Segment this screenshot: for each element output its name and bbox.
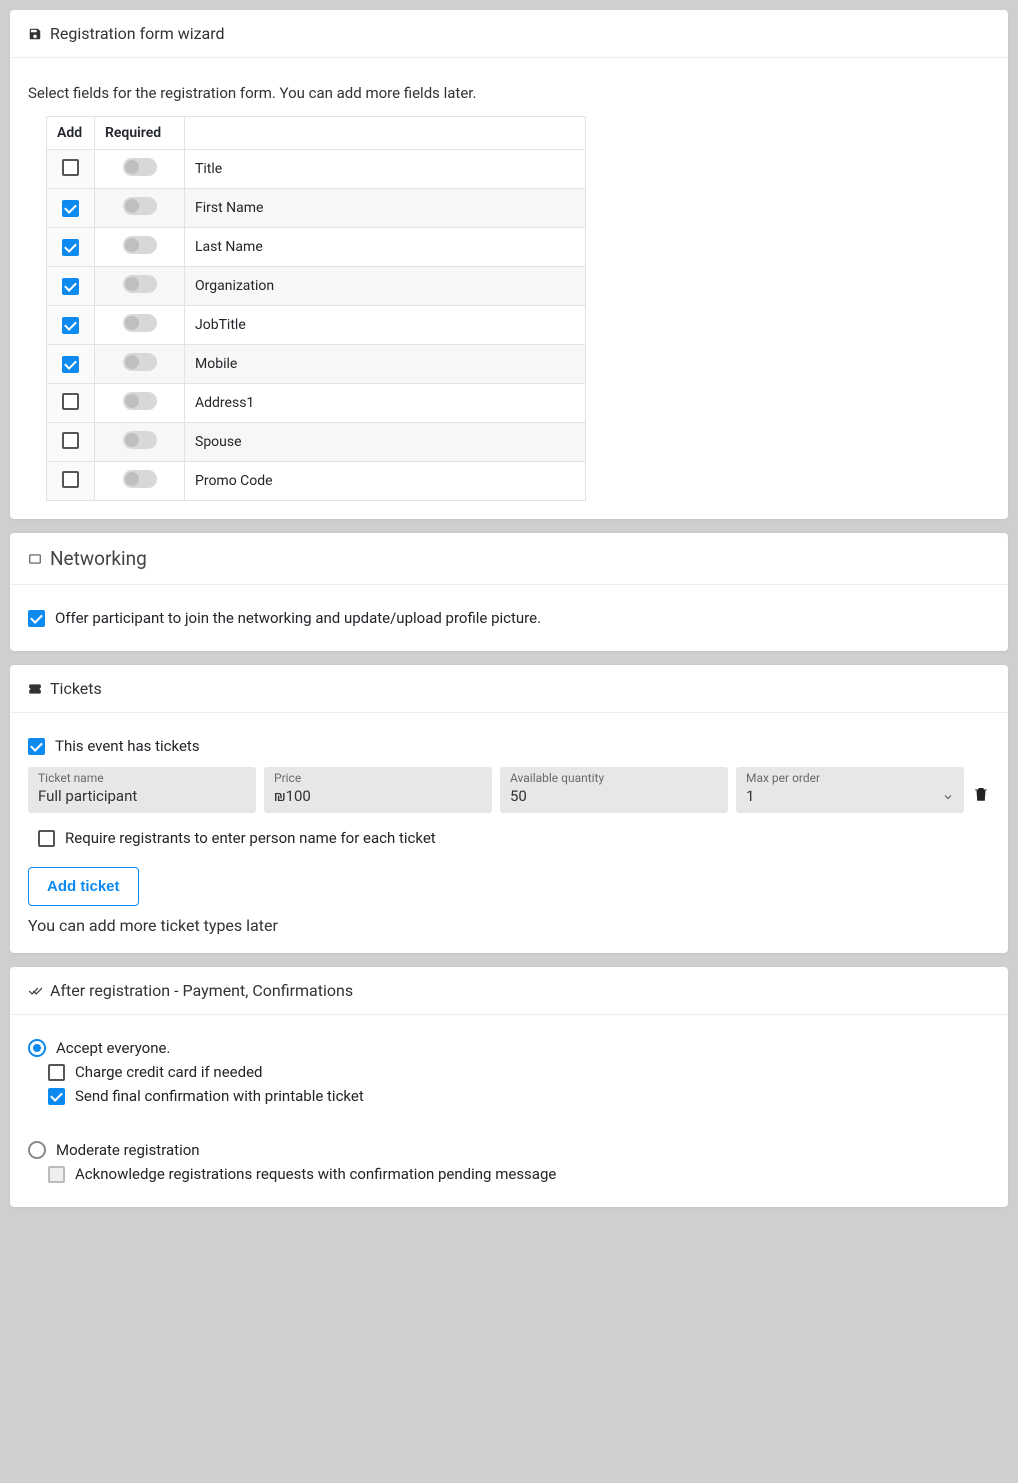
offer-networking-label: Offer participant to join the networking… <box>55 609 541 627</box>
ticket-name-label: Ticket name <box>38 771 246 785</box>
ticket-max-value: 1 <box>746 787 954 805</box>
delete-ticket-icon[interactable] <box>972 785 990 803</box>
wizard-title: Registration form wizard <box>50 24 225 43</box>
field-name: Mobile <box>185 345 586 384</box>
field-add-checkbox[interactable] <box>62 471 79 488</box>
card-networking: Networking Offer participant to join the… <box>10 533 1008 651</box>
acknowledge-label: Acknowledge registrations requests with … <box>75 1165 556 1183</box>
tickets-body: This event has tickets Ticket name Full … <box>10 713 1008 953</box>
ticket-qty-field[interactable]: Available quantity 50 <box>500 767 728 813</box>
after-title: After registration - Payment, Confirmati… <box>50 981 353 1000</box>
card-registration-wizard: Registration form wizard Select fields f… <box>10 10 1008 519</box>
double-check-icon <box>28 984 42 998</box>
ticket-price-field[interactable]: Price ₪100 <box>264 767 492 813</box>
ticket-qty-value: 50 <box>510 787 718 805</box>
field-required-toggle[interactable] <box>123 197 157 215</box>
field-required-toggle[interactable] <box>123 470 157 488</box>
field-name: Last Name <box>185 228 586 267</box>
has-tickets-checkbox[interactable] <box>28 738 45 755</box>
after-header: After registration - Payment, Confirmati… <box>10 967 1008 1015</box>
charge-card-label: Charge credit card if needed <box>75 1063 263 1081</box>
card-after-registration: After registration - Payment, Confirmati… <box>10 967 1008 1207</box>
field-add-checkbox[interactable] <box>62 356 79 373</box>
field-add-checkbox[interactable] <box>62 200 79 217</box>
field-row: Last Name <box>47 228 586 267</box>
field-name: Spouse <box>185 423 586 462</box>
field-row: Mobile <box>47 345 586 384</box>
ticket-max-label: Max per order <box>746 771 954 785</box>
field-required-toggle[interactable] <box>123 236 157 254</box>
ticket-icon <box>28 682 42 696</box>
offer-networking-checkbox[interactable] <box>28 610 45 627</box>
field-row: Title <box>47 150 586 189</box>
field-name: Address1 <box>185 384 586 423</box>
window-icon <box>28 552 42 566</box>
tickets-hint: You can add more ticket types later <box>28 916 990 935</box>
field-name: Promo Code <box>185 462 586 501</box>
wizard-header: Registration form wizard <box>10 10 1008 58</box>
charge-card-checkbox[interactable] <box>48 1064 65 1081</box>
field-row: Address1 <box>47 384 586 423</box>
acknowledge-checkbox[interactable] <box>48 1166 65 1183</box>
ticket-name-value: Full participant <box>38 787 246 805</box>
wizard-body: Select fields for the registration form.… <box>10 58 1008 519</box>
moderate-registration-radio[interactable] <box>28 1141 46 1159</box>
networking-body: Offer participant to join the networking… <box>10 585 1008 651</box>
ticket-max-select[interactable]: Max per order 1 <box>736 767 964 813</box>
col-header-required: Required <box>95 117 185 150</box>
save-icon <box>28 27 42 41</box>
field-add-checkbox[interactable] <box>62 393 79 410</box>
field-required-toggle[interactable] <box>123 314 157 332</box>
tickets-title: Tickets <box>50 679 102 698</box>
send-confirmation-label: Send final confirmation with printable t… <box>75 1087 364 1105</box>
field-row: JobTitle <box>47 306 586 345</box>
has-tickets-label: This event has tickets <box>55 737 200 755</box>
field-required-toggle[interactable] <box>123 353 157 371</box>
field-name: First Name <box>185 189 586 228</box>
field-name: Organization <box>185 267 586 306</box>
field-add-checkbox[interactable] <box>62 278 79 295</box>
col-header-add: Add <box>47 117 95 150</box>
field-row: Organization <box>47 267 586 306</box>
field-required-toggle[interactable] <box>123 158 157 176</box>
fields-table: Add Required TitleFirst NameLast NameOrg… <box>46 116 586 501</box>
moderate-registration-label: Moderate registration <box>56 1141 200 1159</box>
field-add-checkbox[interactable] <box>62 432 79 449</box>
field-name: Title <box>185 150 586 189</box>
require-names-checkbox[interactable] <box>38 830 55 847</box>
col-header-name <box>185 117 586 150</box>
ticket-name-field[interactable]: Ticket name Full participant <box>28 767 256 813</box>
chevron-down-icon <box>942 791 954 803</box>
after-body: Accept everyone. Charge credit card if n… <box>10 1015 1008 1207</box>
send-confirmation-checkbox[interactable] <box>48 1088 65 1105</box>
field-add-checkbox[interactable] <box>62 159 79 176</box>
field-required-toggle[interactable] <box>123 392 157 410</box>
field-row: Spouse <box>47 423 586 462</box>
tickets-header: Tickets <box>10 665 1008 713</box>
accept-everyone-radio[interactable] <box>28 1039 46 1057</box>
networking-header: Networking <box>10 533 1008 585</box>
field-add-checkbox[interactable] <box>62 239 79 256</box>
ticket-price-label: Price <box>274 771 482 785</box>
add-ticket-button[interactable]: Add ticket <box>28 867 139 906</box>
wizard-instructions: Select fields for the registration form.… <box>28 84 990 102</box>
field-add-checkbox[interactable] <box>62 317 79 334</box>
card-tickets: Tickets This event has tickets Ticket na… <box>10 665 1008 953</box>
ticket-row: Ticket name Full participant Price ₪100 … <box>28 767 990 813</box>
field-row: Promo Code <box>47 462 586 501</box>
ticket-price-value: ₪100 <box>274 787 482 805</box>
field-required-toggle[interactable] <box>123 431 157 449</box>
ticket-qty-label: Available quantity <box>510 771 718 785</box>
field-row: First Name <box>47 189 586 228</box>
accept-everyone-label: Accept everyone. <box>56 1039 170 1057</box>
field-required-toggle[interactable] <box>123 275 157 293</box>
require-names-label: Require registrants to enter person name… <box>65 829 436 847</box>
networking-title: Networking <box>50 547 147 570</box>
field-name: JobTitle <box>185 306 586 345</box>
